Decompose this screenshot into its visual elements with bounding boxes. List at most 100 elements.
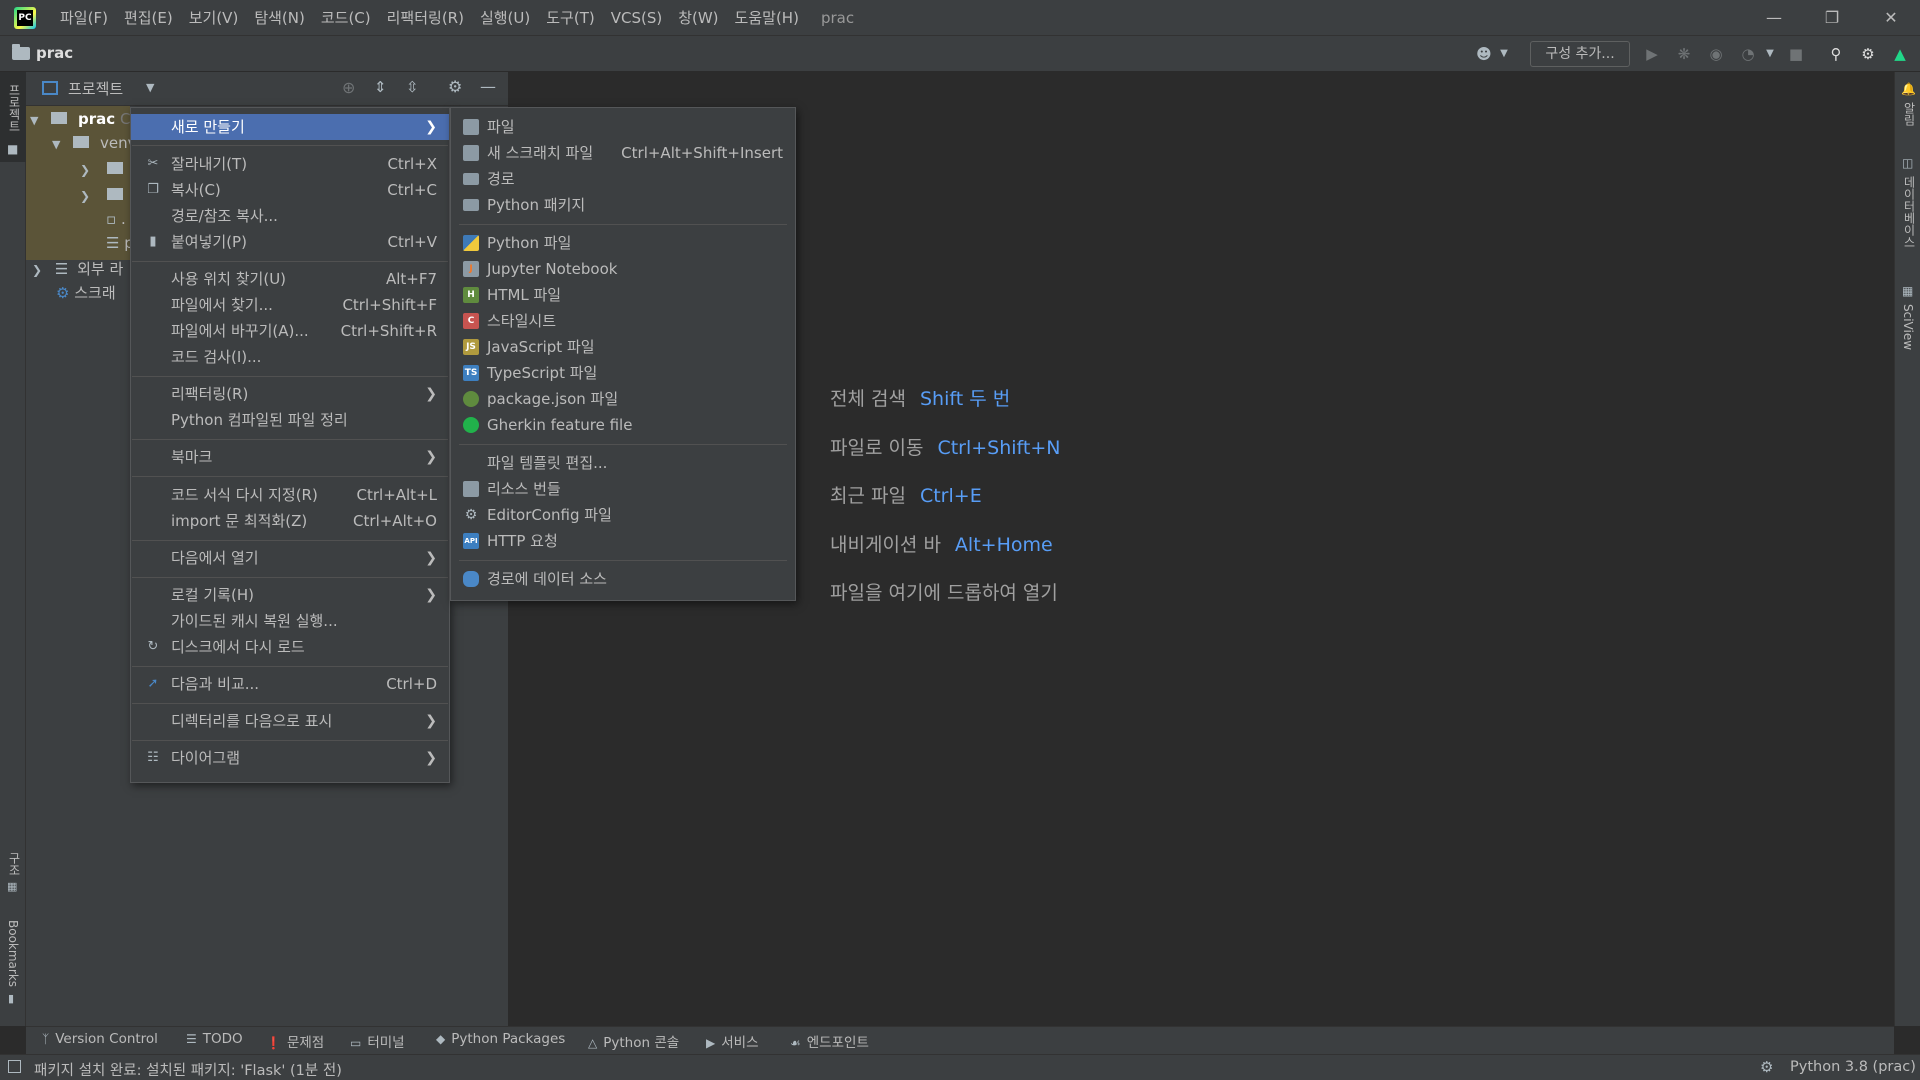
hide-icon[interactable]: —	[480, 77, 496, 96]
submenu-item-stylesheet[interactable]: C 스타일시트	[451, 308, 795, 334]
menu-item-open-in[interactable]: 다음에서 열기 ❯	[131, 545, 449, 571]
submenu-item-jupyter[interactable]: J Jupyter Notebook	[451, 256, 795, 282]
menu-item-optimize-imports[interactable]: import 문 최적화(Z) Ctrl+Alt+O	[131, 508, 449, 534]
menu-item-new[interactable]: 새로 만들기 ❯	[131, 114, 449, 140]
menu-item-find-in-files[interactable]: 파일에서 찾기... Ctrl+Shift+F	[131, 292, 449, 318]
chevron-down-icon[interactable]: ▼	[146, 81, 154, 94]
collapse-all-icon[interactable]: ⇳	[406, 78, 419, 96]
submenu-item-data-source[interactable]: 경로에 데이터 소스	[451, 566, 795, 592]
menu-item-compare-with[interactable]: ➚ 다음과 비교... Ctrl+D	[131, 671, 449, 697]
menu-file[interactable]: 파일(F)	[52, 0, 116, 36]
user-icon[interactable]: ☻	[1474, 44, 1494, 64]
tree-item-gitignore[interactable]: ▫ .	[106, 206, 126, 232]
menu-item-find-usages[interactable]: 사용 위치 찾기(U) Alt+F7	[131, 266, 449, 292]
coverage-icon[interactable]: ◉	[1706, 44, 1726, 64]
stop-icon[interactable]: ■	[1786, 44, 1806, 64]
submenu-item-javascript-file[interactable]: JS JavaScript 파일	[451, 334, 795, 360]
tree-item-scratches[interactable]: ⚙ 스크래	[56, 280, 116, 306]
menu-item-refactor[interactable]: 리팩터링(R) ❯	[131, 381, 449, 407]
menu-tools[interactable]: 도구(T)	[538, 0, 602, 36]
tab-problems[interactable]: ❗ 문제점	[266, 1031, 324, 1051]
menu-item-inspect-code[interactable]: 코드 검사(I)...	[131, 344, 449, 370]
locate-icon[interactable]: ⊕	[342, 78, 355, 97]
tree-item-external-libraries[interactable]: ❯ ☰ 외부 라	[32, 256, 123, 282]
menu-item-paste[interactable]: ▮ 붙여넣기(P) Ctrl+V	[131, 229, 449, 255]
restore-icon[interactable]: ❐	[1803, 0, 1861, 36]
menu-code[interactable]: 코드(C)	[313, 0, 379, 36]
jetbrains-toolbox-icon[interactable]: ▲	[1890, 44, 1910, 64]
add-configuration-button[interactable]: 구성 추가...	[1530, 41, 1630, 67]
menu-item-bookmarks[interactable]: 북마크 ❯	[131, 444, 449, 470]
gear-icon[interactable]: ⚙	[448, 77, 462, 96]
menu-item-copy-path[interactable]: 경로/참조 복사...	[131, 203, 449, 229]
breadcrumb-project[interactable]: prac	[36, 44, 73, 62]
folder-icon	[463, 173, 479, 185]
menu-item-label: 복사(C)	[171, 181, 221, 199]
submenu-item-scratch-file[interactable]: 새 스크래치 파일 Ctrl+Alt+Shift+Insert	[451, 140, 795, 166]
tab-terminal[interactable]: ▭ 터미널	[350, 1031, 405, 1051]
gear-icon[interactable]: ⚙	[1858, 44, 1878, 64]
python-interpreter-widget[interactable]: Python 3.8 (prac)	[1790, 1059, 1916, 1075]
menu-item-copy[interactable]: ❐ 복사(C) Ctrl+C	[131, 177, 449, 203]
menu-item-guided-cache-recovery[interactable]: 가이드된 캐시 복원 실행...	[131, 608, 449, 634]
submenu-item-edit-templates[interactable]: 파일 템플릿 편집...	[451, 450, 795, 476]
debug-icon[interactable]: ❋	[1674, 44, 1694, 64]
menu-refactor[interactable]: 리팩터링(R)	[379, 0, 472, 36]
tab-endpoints[interactable]: ☙ 엔드포인트	[790, 1031, 869, 1051]
tab-services[interactable]: ▶ 서비스	[706, 1031, 759, 1051]
menu-item-replace-in-files[interactable]: 파일에서 바꾸기(A)... Ctrl+Shift+R	[131, 318, 449, 344]
submenu-item-gherkin[interactable]: Gherkin feature file	[451, 412, 795, 438]
menu-item-label: 스타일시트	[487, 312, 557, 330]
menu-item-cut[interactable]: ✂ 잘라내기(T) Ctrl+X	[131, 151, 449, 177]
menu-help[interactable]: 도움말(H)	[727, 0, 807, 36]
profile-icon[interactable]: ◔	[1738, 44, 1758, 64]
menu-item-reformat-code[interactable]: 코드 서식 다시 지정(R) Ctrl+Alt+L	[131, 482, 449, 508]
sciview-tool-tab[interactable]: SciView	[1901, 304, 1915, 350]
menu-separator	[459, 444, 787, 445]
structure-tool-tab[interactable]: 구조	[6, 852, 23, 876]
tree-item-prac[interactable]: ▼ prac C	[30, 106, 130, 132]
menu-run[interactable]: 실행(U)	[472, 0, 538, 36]
bookmarks-tool-tab[interactable]: Bookmarks	[6, 920, 20, 987]
chevron-down-icon[interactable]: ▼	[1760, 44, 1780, 64]
project-panel-title[interactable]: 프로젝트	[68, 78, 123, 99]
menu-vcs[interactable]: VCS(S)	[603, 0, 670, 36]
close-icon[interactable]: ✕	[1862, 0, 1920, 36]
submenu-item-python-file[interactable]: Python 파일	[451, 230, 795, 256]
menu-edit[interactable]: 편집(E)	[116, 0, 181, 36]
menu-item-mark-directory-as[interactable]: 디렉터리를 다음으로 표시 ❯	[131, 708, 449, 734]
submenu-item-directory[interactable]: 경로	[451, 166, 795, 192]
menu-item-clean-python-compiled[interactable]: Python 컴파일된 파일 정리	[131, 407, 449, 433]
tab-version-control[interactable]: ᛉ Version Control	[42, 1031, 158, 1047]
search-icon[interactable]: ⚲	[1826, 44, 1846, 64]
tree-item-venv[interactable]: ▼ venv	[52, 130, 137, 156]
menu-separator	[132, 740, 448, 741]
menu-item-diagrams[interactable]: ☷ 다이어그램 ❯	[131, 745, 449, 771]
submenu-item-html-file[interactable]: H HTML 파일	[451, 282, 795, 308]
submenu-item-editorconfig[interactable]: ⚙ EditorConfig 파일	[451, 502, 795, 528]
submenu-item-file[interactable]: 파일	[451, 114, 795, 140]
submenu-item-resource-bundle[interactable]: 리소스 번들	[451, 476, 795, 502]
tab-todo[interactable]: ☰ TODO	[186, 1031, 243, 1047]
chevron-down-icon: ▼	[52, 138, 61, 151]
chevron-down-icon[interactable]: ▼	[1494, 44, 1514, 64]
submenu-item-package-json[interactable]: package.json 파일	[451, 386, 795, 412]
expand-all-icon[interactable]: ⇕	[374, 78, 387, 96]
submenu-item-http-request[interactable]: API HTTP 요청	[451, 528, 795, 554]
menu-item-local-history[interactable]: 로컬 기록(H) ❯	[131, 582, 449, 608]
tool-windows-toggle-icon[interactable]	[8, 1060, 21, 1073]
notifications-tool-tab[interactable]: 알림	[1901, 102, 1918, 126]
menu-window[interactable]: 창(W)	[670, 0, 726, 36]
menu-navigate[interactable]: 탐색(N)	[246, 0, 313, 36]
minimize-icon[interactable]: —	[1745, 0, 1803, 36]
database-tool-tab[interactable]: 데이터베이스	[1901, 176, 1918, 248]
status-message[interactable]: 패키지 설치 완료: 설치된 패키지: 'Flask' (1분 전)	[34, 1059, 342, 1080]
project-tool-tab[interactable]: 프로젝트 ■	[0, 72, 26, 162]
submenu-item-python-package[interactable]: Python 패키지	[451, 192, 795, 218]
run-icon[interactable]: ▶	[1642, 44, 1662, 64]
tab-python-console[interactable]: △ Python 콘솔	[588, 1031, 679, 1051]
tab-python-packages[interactable]: ◆ Python Packages	[436, 1031, 565, 1047]
submenu-item-typescript-file[interactable]: TS TypeScript 파일	[451, 360, 795, 386]
menu-view[interactable]: 보기(V)	[181, 0, 247, 36]
menu-item-reload-from-disk[interactable]: ↻ 디스크에서 다시 로드	[131, 634, 449, 660]
